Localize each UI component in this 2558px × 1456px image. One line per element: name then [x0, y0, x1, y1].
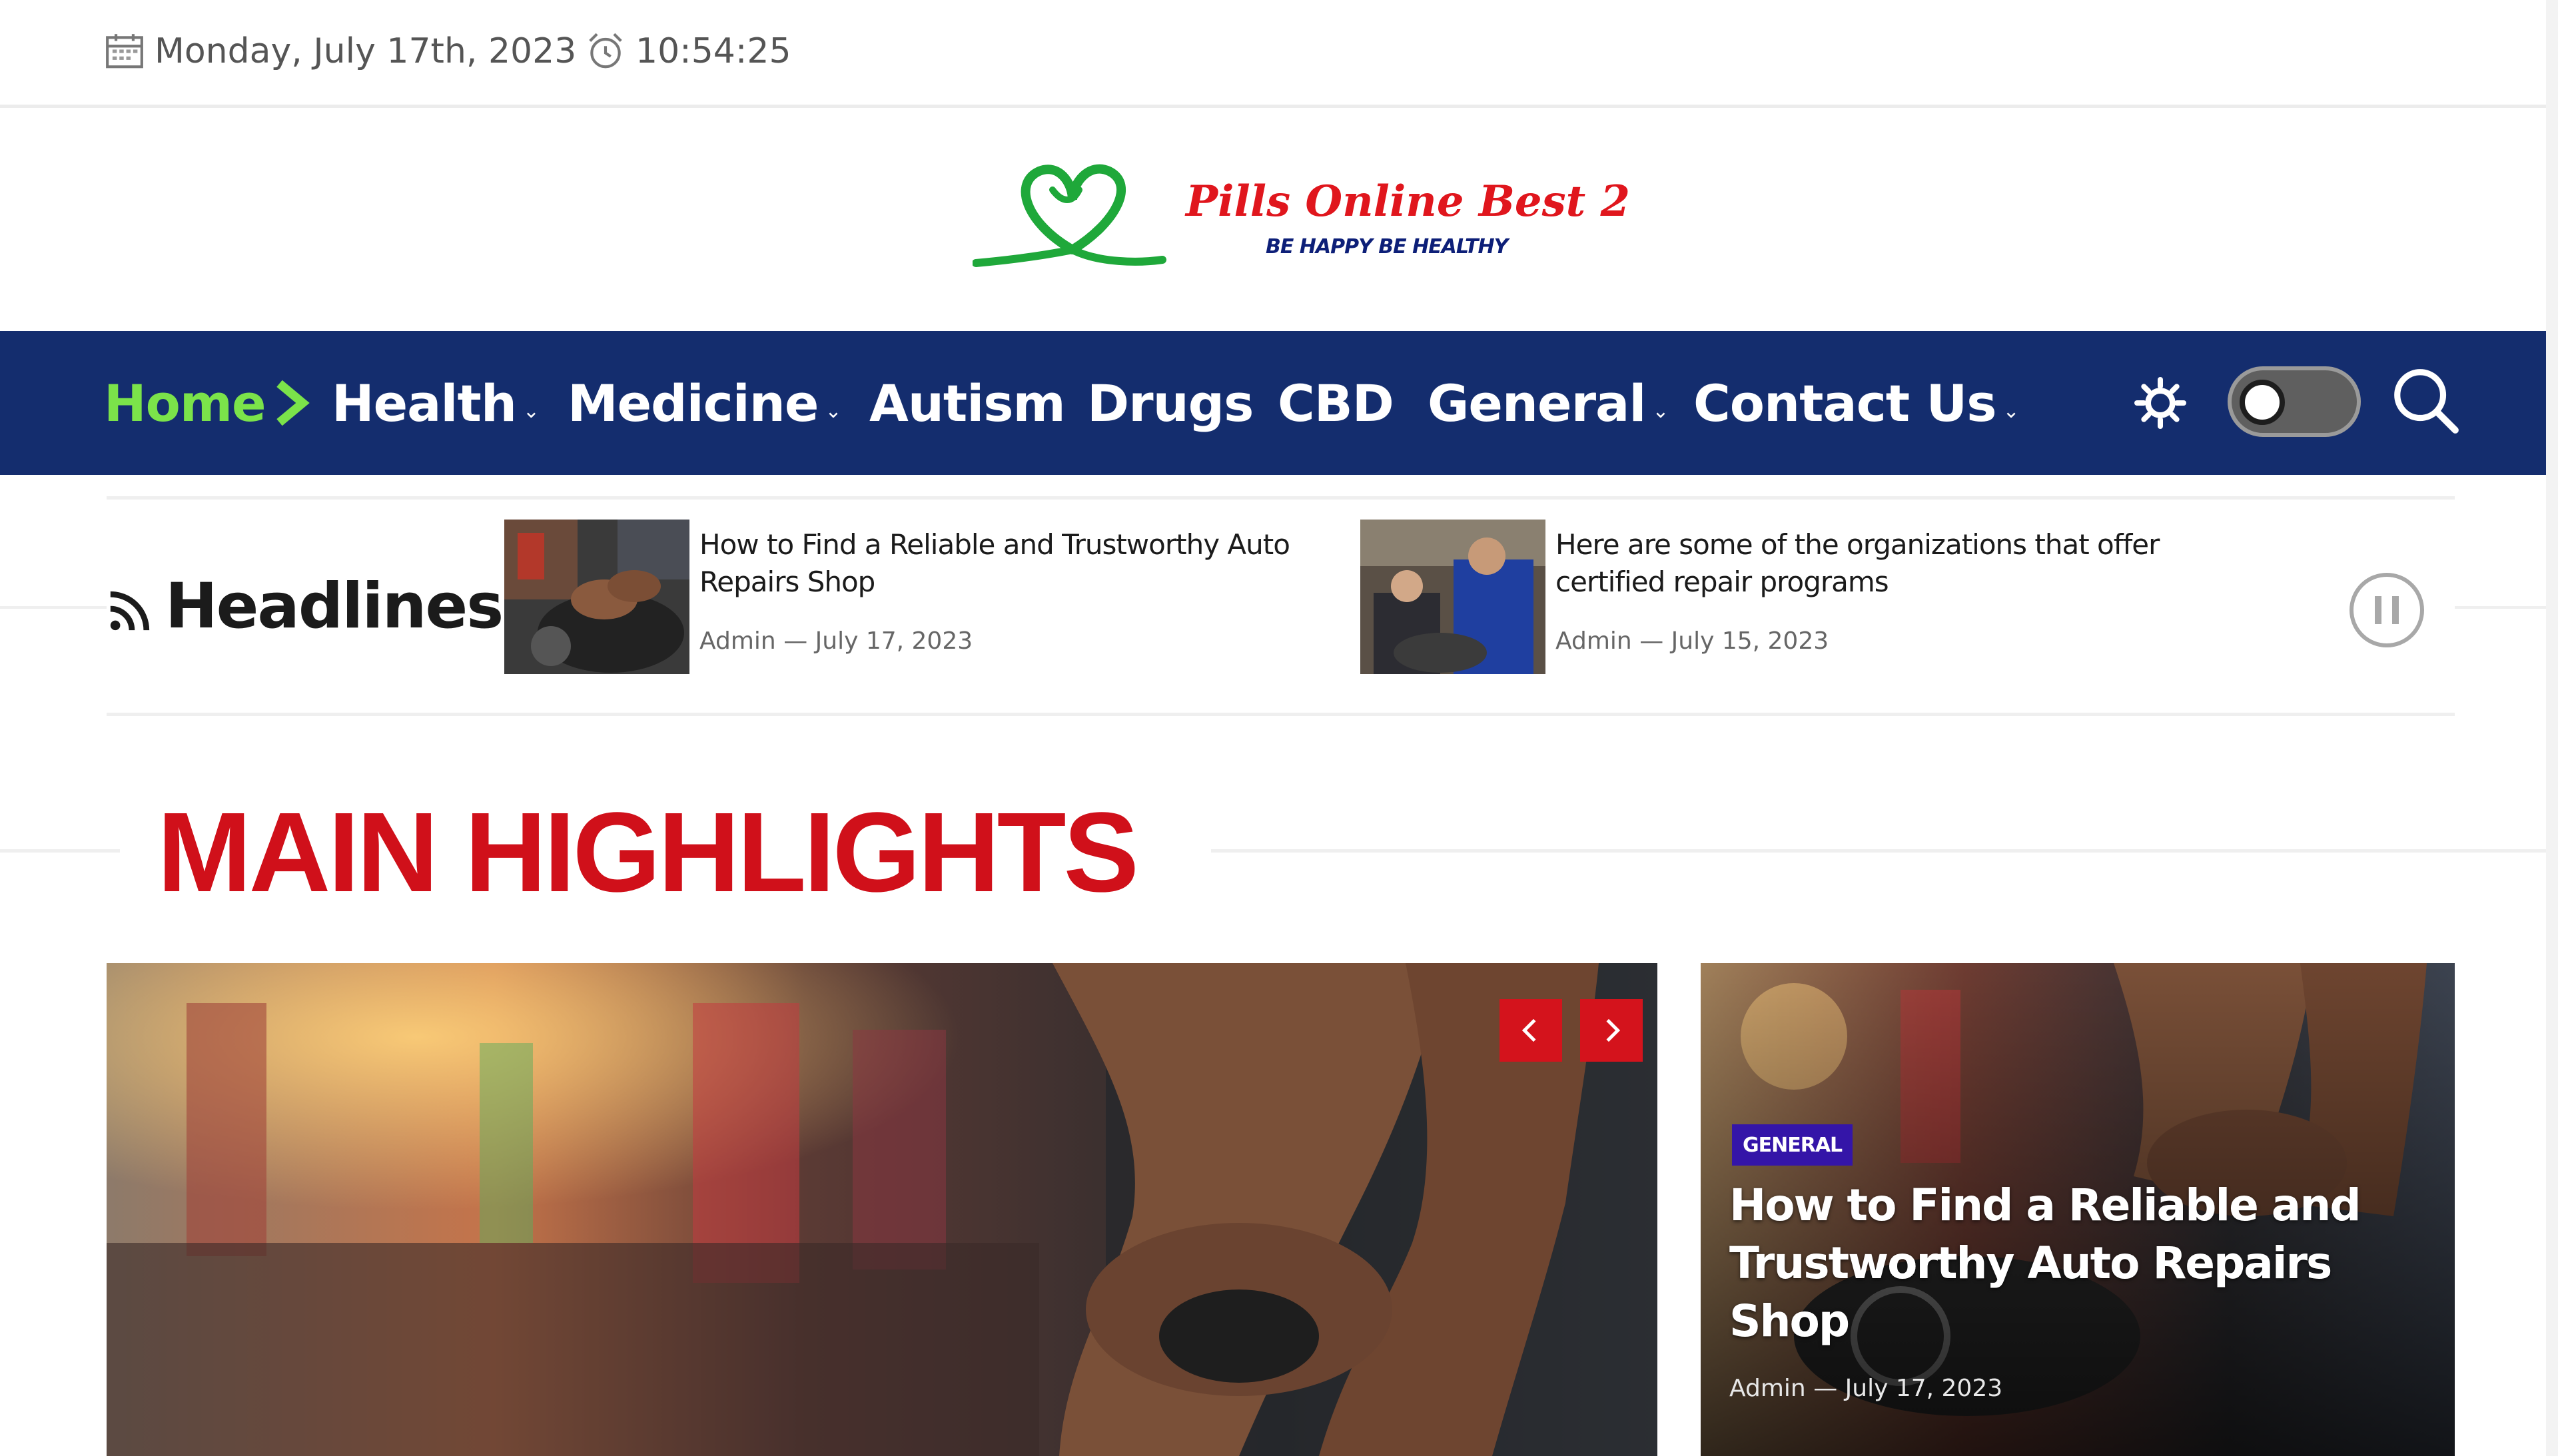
- divider: [0, 849, 120, 853]
- nav-label: CBD: [1278, 373, 1394, 433]
- nav-item-drugs[interactable]: Drugs: [1087, 331, 1254, 475]
- nav-item-general[interactable]: General ⌄: [1428, 331, 1669, 475]
- alarm-clock-icon: [589, 33, 622, 69]
- nav-item-health[interactable]: Health ⌄: [332, 331, 540, 475]
- headline-date: July 17, 2023: [815, 627, 973, 655]
- calendar-icon: [106, 34, 143, 69]
- arrow-right-icon: [276, 380, 310, 426]
- post-date: July 17, 2023: [1845, 1375, 2003, 1402]
- search-icon[interactable]: [2388, 363, 2461, 436]
- ticker-pause-button[interactable]: [2349, 573, 2424, 647]
- toggle-knob: [2240, 380, 2285, 425]
- chevron-down-icon: ⌄: [825, 399, 841, 423]
- nav-item-home[interactable]: Home: [104, 331, 311, 475]
- side-post-title[interactable]: How to Find a Reliable and Trustworthy A…: [1729, 1176, 2435, 1350]
- date-text: Monday, July 17th, 2023: [155, 31, 577, 71]
- nav-label: Health: [332, 373, 517, 433]
- nav-label: Medicine: [568, 373, 819, 433]
- current-time: 10:54:25: [585, 28, 791, 75]
- divider: [0, 606, 107, 609]
- divider: [107, 713, 2455, 716]
- nav-item-contact-us[interactable]: Contact Us ⌄: [1693, 331, 2020, 475]
- nav-label: Autism: [869, 373, 1066, 433]
- chevron-down-icon: ⌄: [1652, 399, 1669, 423]
- divider: [2455, 606, 2558, 609]
- nav-label: Drugs: [1087, 373, 1254, 433]
- headline-link[interactable]: How to Find a Reliable and Trustworthy A…: [699, 526, 1346, 601]
- nav-label: Contact Us: [1693, 373, 1996, 433]
- chevron-left-icon: [1521, 1018, 1536, 1042]
- pause-icon: [2375, 596, 2381, 624]
- category-badge[interactable]: GENERAL: [1732, 1124, 1853, 1166]
- divider: [1211, 849, 2546, 853]
- nav-item-autism[interactable]: Autism: [869, 331, 1066, 475]
- logo-title: Pills Online Best 2: [1186, 177, 1631, 226]
- section-title: MAIN HIGHLIGHTS: [157, 789, 1139, 916]
- top-bar: Monday, July 17th, 2023 10:54:25: [0, 0, 2558, 108]
- nav-item-cbd[interactable]: CBD: [1278, 331, 1394, 475]
- current-date: Monday, July 17th, 2023: [104, 28, 576, 75]
- divider: [107, 496, 2455, 500]
- logo-tagline: BE HAPPY BE HEALTHY: [1266, 235, 1508, 258]
- nav-label: Home: [104, 373, 266, 433]
- site-logo[interactable]: Pills Online Best 2 BE HAPPY BE HEALTHY: [973, 163, 1630, 280]
- headlines-title: Headlines: [165, 569, 504, 643]
- headline-author[interactable]: Admin: [1555, 627, 1632, 655]
- slider-prev-button[interactable]: [1499, 999, 1562, 1062]
- featured-slide-image[interactable]: [107, 963, 1657, 1456]
- headline-thumbnail[interactable]: [1360, 520, 1545, 674]
- nav-item-medicine[interactable]: Medicine ⌄: [568, 331, 842, 475]
- heart-logo-icon: [973, 164, 1166, 267]
- pause-icon: [2392, 596, 2399, 624]
- sun-icon[interactable]: [2134, 376, 2187, 430]
- headline-date: July 15, 2023: [1671, 627, 1829, 655]
- chevron-down-icon: ⌄: [2002, 399, 2020, 423]
- headline-link[interactable]: Here are some of the organizations that …: [1555, 526, 2202, 601]
- side-post-meta: Admin — July 17, 2023: [1729, 1375, 2002, 1402]
- headline-author[interactable]: Admin: [699, 627, 776, 655]
- dark-mode-toggle[interactable]: [2228, 366, 2361, 437]
- headlines-label: Headlines: [107, 566, 504, 646]
- time-text: 10:54:25: [636, 31, 791, 71]
- nav-label: General: [1428, 373, 1646, 433]
- meta-separator: —: [1639, 627, 1664, 655]
- chevron-down-icon: ⌄: [522, 399, 540, 423]
- meta-separator: —: [783, 627, 808, 655]
- meta-separator: —: [1813, 1375, 1838, 1402]
- rss-icon: [110, 591, 150, 631]
- headline-thumbnail[interactable]: [504, 520, 689, 674]
- headline-meta: Admin — July 17, 2023: [699, 627, 973, 655]
- chevron-right-icon: [1606, 1018, 1621, 1042]
- headline-meta: Admin — July 15, 2023: [1555, 627, 1829, 655]
- slider-next-button[interactable]: [1580, 999, 1643, 1062]
- post-author[interactable]: Admin: [1729, 1375, 1806, 1402]
- scrollbar-track[interactable]: [2546, 0, 2558, 1456]
